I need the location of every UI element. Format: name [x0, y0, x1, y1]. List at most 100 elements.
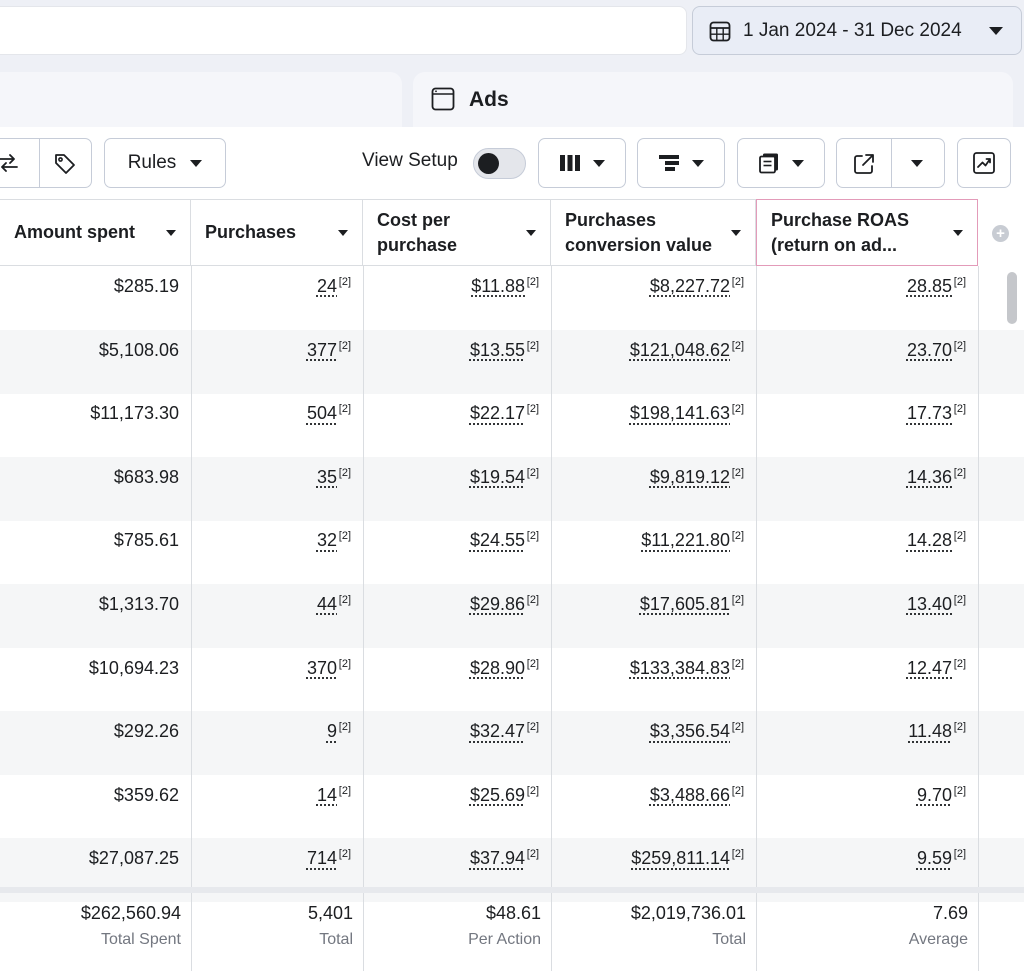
cell-purchases[interactable]: 14 [2]: [191, 775, 363, 839]
cell-value[interactable]: 9: [327, 721, 337, 741]
cell-value[interactable]: $22.17: [470, 403, 525, 423]
cell-value[interactable]: $11,221.80: [641, 530, 730, 550]
cell-value[interactable]: 23.70: [907, 340, 952, 360]
cell-value[interactable]: 11.48: [908, 721, 952, 741]
cell-cost-per-purchase[interactable]: $13.55 [2]: [363, 330, 551, 394]
cell-value[interactable]: $8,227.72: [650, 276, 730, 296]
cell-value[interactable]: $121,048.62: [630, 340, 730, 360]
cell-value[interactable]: $32.47: [470, 721, 525, 741]
cell-value[interactable]: $29.86: [470, 594, 525, 614]
search-field[interactable]: [0, 6, 687, 55]
cell-value[interactable]: 32: [317, 530, 337, 550]
cell-value[interactable]: $11.88: [471, 276, 525, 296]
cell-purchase-roas[interactable]: 28.85 [2]: [756, 266, 978, 330]
cell-purchase-roas[interactable]: 23.70 [2]: [756, 330, 978, 394]
chart-button[interactable]: [957, 138, 1011, 188]
cell-purchase-roas[interactable]: 13.40 [2]: [756, 584, 978, 648]
cell-value[interactable]: $24.55: [470, 530, 525, 550]
cell-purchase-roas[interactable]: 12.47 [2]: [756, 648, 978, 712]
cell-value[interactable]: $133,384.83: [630, 658, 730, 678]
cell-value[interactable]: $9,819.12: [650, 467, 730, 487]
cell-value[interactable]: 35: [317, 467, 337, 487]
cell-cost-per-purchase[interactable]: $29.86 [2]: [363, 584, 551, 648]
cell-purchase-roas[interactable]: 14.36 [2]: [756, 457, 978, 521]
cell-value[interactable]: $17,605.81: [640, 594, 730, 614]
swap-icon[interactable]: [0, 152, 19, 174]
cell-value[interactable]: 12.47: [907, 658, 952, 678]
breakdown-button[interactable]: [637, 138, 725, 188]
column-header-amount-spent[interactable]: Amount spent: [0, 199, 191, 266]
cell-conversion-value[interactable]: $3,356.54 [2]: [551, 711, 756, 775]
cell-conversion-value[interactable]: $133,384.83 [2]: [551, 648, 756, 712]
cell-cost-per-purchase[interactable]: $24.55 [2]: [363, 520, 551, 584]
cell-value[interactable]: 14.36: [907, 467, 952, 487]
cell-purchases[interactable]: 504 [2]: [191, 393, 363, 457]
export-icon[interactable]: [853, 153, 875, 175]
cell-purchase-roas[interactable]: 11.48 [2]: [756, 711, 978, 775]
cell-value[interactable]: $19.54: [470, 467, 525, 487]
cell-value[interactable]: 13.40: [907, 594, 952, 614]
vertical-scrollbar[interactable]: [1007, 272, 1017, 324]
cell-value[interactable]: $28.90: [470, 658, 525, 678]
cell-value[interactable]: $13.55: [470, 340, 525, 360]
cell-value[interactable]: $3,356.54: [650, 721, 730, 741]
cell-purchase-roas[interactable]: 17.73 [2]: [756, 393, 978, 457]
chevron-down-icon[interactable]: [731, 229, 741, 236]
cell-cost-per-purchase[interactable]: $32.47 [2]: [363, 711, 551, 775]
column-header-cost-per-purchase[interactable]: Cost per purchase: [363, 199, 551, 266]
cell-value[interactable]: 504: [307, 403, 337, 423]
cell-purchase-roas[interactable]: 9.70 [2]: [756, 775, 978, 839]
column-header-conversion-value[interactable]: Purchases conversion value: [551, 199, 756, 266]
cell-value[interactable]: 28.85: [907, 276, 952, 296]
view-setup-toggle[interactable]: [473, 148, 526, 179]
chevron-down-icon[interactable]: [526, 229, 536, 236]
chevron-down-icon[interactable]: [911, 160, 923, 167]
rules-button[interactable]: Rules: [104, 138, 226, 188]
cell-value[interactable]: $25.69: [470, 785, 525, 805]
cell-purchases[interactable]: 9 [2]: [191, 711, 363, 775]
cell-purchases[interactable]: 32 [2]: [191, 520, 363, 584]
cell-value[interactable]: 714: [307, 848, 337, 868]
column-header-purchases[interactable]: Purchases: [191, 199, 363, 266]
cell-conversion-value[interactable]: $121,048.62 [2]: [551, 330, 756, 394]
columns-button[interactable]: [538, 138, 626, 188]
cell-value[interactable]: 44: [317, 594, 337, 614]
cell-value[interactable]: 17.73: [907, 403, 952, 423]
chevron-down-icon[interactable]: [166, 229, 176, 236]
cell-value[interactable]: $259,811.14: [631, 848, 730, 868]
cell-conversion-value[interactable]: $3,488.66 [2]: [551, 775, 756, 839]
cell-purchases[interactable]: 35 [2]: [191, 457, 363, 521]
reports-button[interactable]: [737, 138, 825, 188]
cell-cost-per-purchase[interactable]: $25.69 [2]: [363, 775, 551, 839]
cell-cost-per-purchase[interactable]: $19.54 [2]: [363, 457, 551, 521]
cell-value[interactable]: 14.28: [907, 530, 952, 550]
cell-conversion-value[interactable]: $8,227.72 [2]: [551, 266, 756, 330]
add-column-icon[interactable]: +: [992, 225, 1009, 242]
cell-value[interactable]: 24: [317, 276, 337, 296]
cell-conversion-value[interactable]: $17,605.81 [2]: [551, 584, 756, 648]
cell-purchases[interactable]: 377 [2]: [191, 330, 363, 394]
cell-value[interactable]: 9.70: [917, 785, 952, 805]
cell-purchase-roas[interactable]: 14.28 [2]: [756, 520, 978, 584]
cell-value[interactable]: 14: [317, 785, 337, 805]
cell-cost-per-purchase[interactable]: $22.17 [2]: [363, 393, 551, 457]
date-range-picker[interactable]: 1 Jan 2024 - 31 Dec 2024: [692, 6, 1022, 55]
cell-purchases[interactable]: 370 [2]: [191, 648, 363, 712]
chevron-down-icon[interactable]: [338, 229, 348, 236]
cell-value[interactable]: $37.94: [470, 848, 525, 868]
cell-value[interactable]: 377: [307, 340, 337, 360]
cell-value[interactable]: $3,488.66: [650, 785, 730, 805]
cell-purchases[interactable]: 24 [2]: [191, 266, 363, 330]
cell-cost-per-purchase[interactable]: $11.88 [2]: [363, 266, 551, 330]
cell-conversion-value[interactable]: $9,819.12 [2]: [551, 457, 756, 521]
tag-icon[interactable]: [53, 152, 77, 176]
cell-conversion-value[interactable]: $11,221.80 [2]: [551, 520, 756, 584]
column-header-purchase-roas[interactable]: Purchase ROAS (return on ad...: [756, 199, 978, 266]
cell-value[interactable]: 370: [307, 658, 337, 678]
cell-conversion-value[interactable]: $198,141.63 [2]: [551, 393, 756, 457]
chevron-down-icon[interactable]: [953, 229, 963, 236]
cell-value[interactable]: $198,141.63: [630, 403, 730, 423]
cell-value[interactable]: 9.59: [917, 848, 952, 868]
cell-cost-per-purchase[interactable]: $28.90 [2]: [363, 648, 551, 712]
cell-purchases[interactable]: 44 [2]: [191, 584, 363, 648]
